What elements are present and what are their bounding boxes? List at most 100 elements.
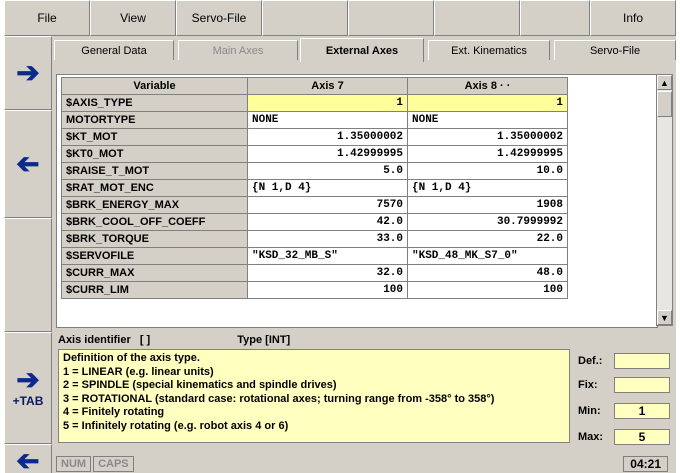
tab-external-axes[interactable]: External Axes (300, 38, 424, 62)
def-row: Def.: (578, 353, 670, 369)
scroll-up-icon[interactable]: ▲ (657, 75, 672, 90)
menu-info[interactable]: Info (590, 0, 676, 36)
axis-7-value-cell[interactable]: 1.35000002 (247, 128, 408, 146)
variable-table: Variable Axis 7 Axis 8 · · $AXIS_TYPE 1 1 M… (61, 77, 568, 299)
clock: 04:21 (623, 456, 668, 472)
axis-8-value-cell[interactable]: 1 (407, 94, 568, 112)
info-header: Axis identifier [ ] Type [INT] (58, 334, 290, 346)
scroll-thumb[interactable] (657, 91, 672, 117)
axis-8-value-cell[interactable]: 30.7999992 (407, 213, 568, 231)
axis-identifier-label: Axis identifier (58, 334, 131, 346)
table-row[interactable]: $BRK_COOL_OFF_COEFF 42.0 30.7999992 (61, 213, 568, 231)
axis-8-value-cell[interactable]: 10.0 (407, 162, 568, 180)
menu-empty-1[interactable] (262, 0, 348, 36)
next-button[interactable]: ➔ (4, 36, 52, 110)
axis-8-value-cell[interactable]: 1.42999995 (407, 145, 568, 163)
table-row[interactable]: MOTORTYPE NONE NONE (61, 111, 568, 129)
max-label: Max: (578, 431, 604, 443)
variable-name-cell: $BRK_COOL_OFF_COEFF (61, 213, 248, 231)
variable-name-cell: $AXIS_TYPE (61, 94, 248, 112)
menu-empty-2[interactable] (348, 0, 434, 36)
help-line: 1 = LINEAR (e.g. linear units) (63, 365, 214, 378)
tab-general-data[interactable]: General Data (54, 40, 174, 60)
table-row[interactable]: $CURR_MAX 32.0 48.0 (61, 264, 568, 282)
variable-name-cell: $CURR_MAX (61, 264, 248, 282)
tab-main-axes[interactable]: Main Axes (178, 40, 298, 60)
menu-empty-3[interactable] (434, 0, 520, 36)
table-row[interactable]: $KT_MOT 1.35000002 1.35000002 (61, 128, 568, 146)
axis-8-value-cell[interactable]: 48.0 (407, 264, 568, 282)
menu-servo-file[interactable]: Servo-File (176, 0, 262, 36)
axis-identifier-brackets: [ ] (139, 334, 151, 346)
variable-name-cell: $BRK_ENERGY_MAX (61, 196, 248, 214)
axis-8-value-cell[interactable]: 22.0 (407, 230, 568, 248)
table-scrollbar[interactable]: ▲ ▼ (656, 74, 673, 326)
arrow-left-icon: ➔ (16, 148, 40, 179)
help-line: 5 = Infinitely rotating (e.g. robot axis… (63, 419, 289, 432)
axis-7-value-cell[interactable]: 5.0 (247, 162, 408, 180)
tab-forward-button[interactable]: ➔ +TAB (4, 332, 52, 444)
table-row[interactable]: $CURR_LIM 100 100 (61, 281, 568, 299)
axis-7-value-cell[interactable]: 7570 (247, 196, 408, 214)
axis-8-value-cell[interactable]: 1908 (407, 196, 568, 214)
axis-7-value-cell[interactable]: 32.0 (247, 264, 408, 282)
axis-7-value-cell[interactable]: "KSD_32_MB_S" (247, 247, 408, 265)
axis-7-value-cell[interactable]: 100 (247, 281, 408, 299)
arrow-right-icon: ➔ (16, 364, 40, 395)
tab-servo-file[interactable]: Servo-File (554, 40, 676, 60)
table-row[interactable]: $SERVOFILE "KSD_32_MB_S" "KSD_48_MK_S7_0" (61, 247, 568, 265)
axis-7-value-cell[interactable]: 42.0 (247, 213, 408, 231)
fix-field (614, 377, 670, 393)
menu-file[interactable]: File (4, 0, 90, 36)
status-bar: NUM CAPS 04:21 (56, 455, 676, 473)
arrow-right-icon: ➔ (16, 57, 40, 88)
table-row[interactable]: $BRK_TORQUE 33.0 22.0 (61, 230, 568, 248)
tab-back-button[interactable]: ➔ (4, 444, 52, 473)
menu-empty-4[interactable] (520, 0, 590, 36)
table-row[interactable]: $KT0_MOT 1.42999995 1.42999995 (61, 145, 568, 163)
table-row[interactable]: $RAT_MOT_ENC {N 1,D 4} {N 1,D 4} (61, 179, 568, 197)
fix-row: Fix: (578, 377, 670, 393)
menu-view[interactable]: View (90, 0, 176, 36)
max-field: 5 (614, 429, 670, 445)
axis-8-value-cell[interactable]: {N 1,D 4} (407, 179, 568, 197)
axis-8-value-cell[interactable]: 100 (407, 281, 568, 299)
min-row: Min: 1 (578, 403, 670, 419)
help-line: 2 = SPINDLE (special kinematics and spin… (63, 379, 337, 391)
type-label: Type [INT] (237, 334, 291, 346)
help-text-box: Definition of the axis type. 1 = LINEAR … (58, 349, 570, 443)
help-line: Definition of the axis type. (63, 352, 200, 364)
axis-7-value-cell[interactable]: NONE (247, 111, 408, 129)
tab-bar: General Data Main Axes External Axes Ext… (54, 38, 676, 62)
softkey-empty[interactable] (4, 218, 52, 332)
min-field: 1 (614, 403, 670, 419)
def-label: Def.: (578, 355, 603, 367)
tab-label: +TAB (12, 394, 44, 408)
left-softkeys: ➔ ➔ ➔ +TAB ➔ (4, 36, 52, 473)
scroll-down-icon[interactable]: ▼ (657, 310, 672, 325)
min-label: Min: (578, 405, 601, 417)
table-row[interactable]: $BRK_ENERGY_MAX 7570 1908 (61, 196, 568, 214)
table-row[interactable]: $AXIS_TYPE 1 1 (61, 94, 568, 112)
table-header-row: Variable Axis 7 Axis 8 · · (61, 77, 568, 95)
variable-table-panel: Variable Axis 7 Axis 8 · · $AXIS_TYPE 1 1 M… (56, 74, 658, 328)
menu-bar: File View Servo-File Info (4, 0, 676, 36)
axis-8-value-cell[interactable]: 1.35000002 (407, 128, 568, 146)
axis-7-value-cell[interactable]: 1.42999995 (247, 145, 408, 163)
table-row[interactable]: $RAISE_T_MOT 5.0 10.0 (61, 162, 568, 180)
variable-name-cell: $KT0_MOT (61, 145, 248, 163)
fix-label: Fix: (578, 379, 598, 391)
axis-7-value-cell[interactable]: 1 (247, 94, 408, 112)
axis-8-value-cell[interactable]: NONE (407, 111, 568, 129)
variable-name-cell: $BRK_TORQUE (61, 230, 248, 248)
axis-7-value-cell[interactable]: 33.0 (247, 230, 408, 248)
variable-name-cell: $CURR_LIM (61, 281, 248, 299)
help-line: 4 = Finitely rotating (63, 406, 165, 418)
table-body: $AXIS_TYPE 1 1 MOTORTYPE NONE NONE $KT_MOT 1.35… (61, 94, 568, 299)
axis-8-value-cell[interactable]: "KSD_48_MK_S7_0" (407, 247, 568, 265)
prev-button[interactable]: ➔ (4, 110, 52, 218)
axis-7-value-cell[interactable]: {N 1,D 4} (247, 179, 408, 197)
col-axis-7: Axis 7 (247, 77, 408, 95)
col-variable: Variable (61, 77, 248, 95)
tab-ext-kinematics[interactable]: Ext. Kinematics (428, 40, 550, 60)
